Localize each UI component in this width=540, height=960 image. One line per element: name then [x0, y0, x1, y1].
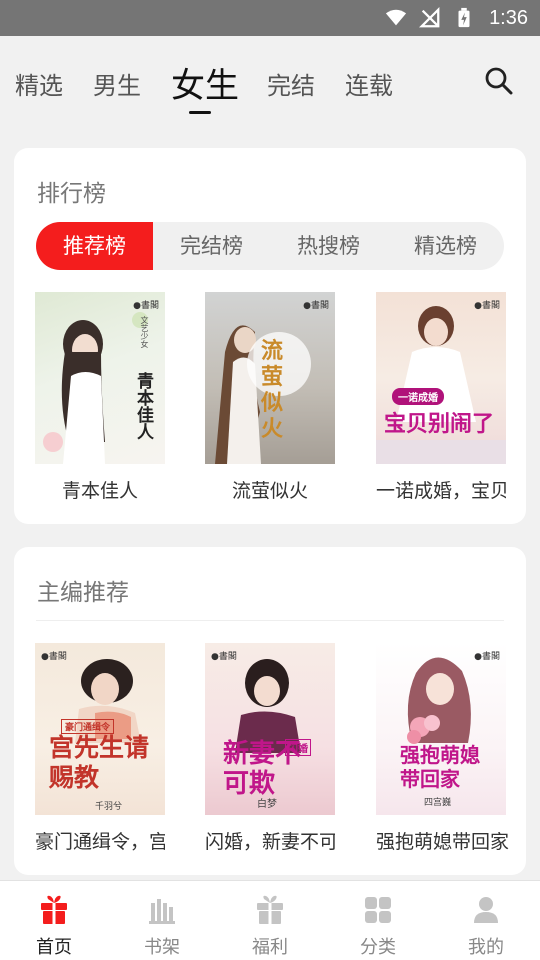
book-card[interactable]: 流萤似火 ●書閣 流萤似火: [205, 292, 335, 503]
book-cover[interactable]: 一诺成婚 宝贝别闹了 ●書閣: [376, 292, 506, 464]
gift-icon: [41, 895, 67, 924]
book-cover[interactable]: 青本佳人 文艺少女 ●書閣: [35, 292, 165, 464]
cover-subtitle: 豪门通缉令: [61, 719, 115, 734]
book-card[interactable]: 青本佳人 文艺少女 ●書閣 青本佳人: [35, 292, 165, 503]
nav-bookshelf-label: 书架: [144, 937, 180, 958]
ranking-title: 排行榜: [37, 181, 106, 207]
search-icon[interactable]: [484, 66, 514, 96]
editor-pick-card: 主编推荐 豪门通缉令 宫先生请赐教 千羽兮 ●書閣 豪门通缉令，宫先生请赐教 闪: [14, 547, 526, 875]
publisher-logo: ●書閣: [303, 301, 329, 311]
book-cover[interactable]: 豪门通缉令 宫先生请赐教 千羽兮 ●書閣: [35, 643, 165, 815]
cover-title: 宫先生请赐教: [49, 733, 150, 792]
editor-pick-title: 主编推荐: [37, 580, 129, 606]
tab-completed[interactable]: 完结: [267, 66, 315, 101]
nav-welfare-label: 福利: [252, 937, 288, 958]
publisher-logo: ●書閣: [474, 301, 500, 311]
nav-home[interactable]: 首页: [0, 881, 108, 960]
nav-category[interactable]: 分类: [324, 881, 432, 960]
nav-bookshelf[interactable]: 书架: [108, 881, 216, 960]
status-bar: 1:36: [0, 0, 540, 36]
nav-category-label: 分类: [360, 937, 396, 958]
bookshelf-icon: [149, 899, 175, 924]
book-title[interactable]: 强抱萌媳带回家: [376, 827, 512, 854]
book-cover[interactable]: 强抱萌媳带回家 四宫巍 ●書閣: [376, 643, 506, 815]
tab-featured[interactable]: 精选: [15, 66, 63, 101]
cover-title: 宝贝别闹了: [384, 411, 495, 437]
tab-male[interactable]: 男生: [93, 66, 141, 101]
cover-subtitle: 文艺少女: [140, 316, 149, 348]
ranking-segmented-control: 推荐榜 完结榜 热搜榜 精选榜: [36, 222, 504, 270]
nav-mine-label: 我的: [468, 937, 504, 958]
nav-home-label: 首页: [36, 937, 72, 958]
book-card[interactable]: 强抱萌媳带回家 四宫巍 ●書閣 强抱萌媳带回家: [376, 643, 512, 854]
segment-recommended[interactable]: 推荐榜: [36, 222, 153, 270]
book-title[interactable]: 一诺成婚，宝贝别闹了: [376, 476, 506, 503]
tab-serializing[interactable]: 连载: [345, 66, 393, 101]
publisher-logo: ●書閣: [474, 652, 500, 662]
publisher-logo: ●書閣: [41, 652, 67, 662]
wifi-icon: [385, 9, 407, 26]
battery-charging-icon: [458, 7, 470, 28]
cover-author: 四宫巍: [424, 798, 452, 808]
user-icon: [474, 897, 498, 923]
grid-icon: [365, 897, 391, 923]
book-card[interactable]: 闪婚 新妻不可欺 白梦 ●書閣 闪婚，新妻不可欺: [205, 643, 335, 854]
publisher-logo: ●書閣: [133, 301, 159, 311]
cover-illustration: [376, 306, 506, 464]
book-card[interactable]: 豪门通缉令 宫先生请赐教 千羽兮 ●書閣 豪门通缉令，宫先生请赐教: [35, 643, 165, 854]
book-title[interactable]: 闪婚，新妻不可欺: [205, 827, 335, 854]
ranking-card: 排行榜 推荐榜 完结榜 热搜榜 精选榜 青本佳人 文艺少女 ●書閣 青本佳人 流…: [14, 148, 526, 524]
segment-selected[interactable]: 精选榜: [387, 222, 504, 270]
active-tab-indicator: [189, 111, 211, 114]
status-time: 1:36: [489, 6, 528, 29]
segment-hot-search[interactable]: 热搜榜: [270, 222, 387, 270]
bottom-nav: 首页 书架 福利 分类 我的: [0, 880, 540, 960]
book-cover[interactable]: 闪婚 新妻不可欺 白梦 ●書閣: [205, 643, 335, 815]
cover-author: 千羽兮: [95, 802, 123, 812]
book-cover[interactable]: 流萤似火 ●書閣: [205, 292, 335, 464]
top-nav: 精选 男生 女生 完结 连载: [0, 36, 540, 126]
divider: [36, 620, 504, 621]
segment-completed[interactable]: 完结榜: [153, 222, 270, 270]
cover-title: 新妻不可欺: [223, 739, 302, 799]
cover-title: 青本佳人: [133, 372, 153, 440]
gift-box-icon: [257, 895, 283, 924]
cover-subtitle: 一诺成婚: [392, 388, 444, 405]
book-title[interactable]: 流萤似火: [205, 476, 335, 503]
nav-welfare[interactable]: 福利: [216, 881, 324, 960]
no-signal-icon: [419, 7, 440, 28]
cover-author: 白梦: [257, 799, 277, 810]
cover-title: 强抱萌媳带回家: [400, 743, 480, 791]
publisher-logo: ●書閣: [211, 652, 237, 662]
book-card[interactable]: 一诺成婚 宝贝别闹了 ●書閣 一诺成婚，宝贝别闹了: [376, 292, 506, 503]
nav-mine[interactable]: 我的: [432, 881, 540, 960]
tab-female[interactable]: 女生: [171, 58, 239, 107]
cover-title: 流萤似火: [261, 338, 284, 442]
book-title[interactable]: 青本佳人: [35, 476, 165, 503]
book-title[interactable]: 豪门通缉令，宫先生请赐教: [35, 827, 165, 854]
